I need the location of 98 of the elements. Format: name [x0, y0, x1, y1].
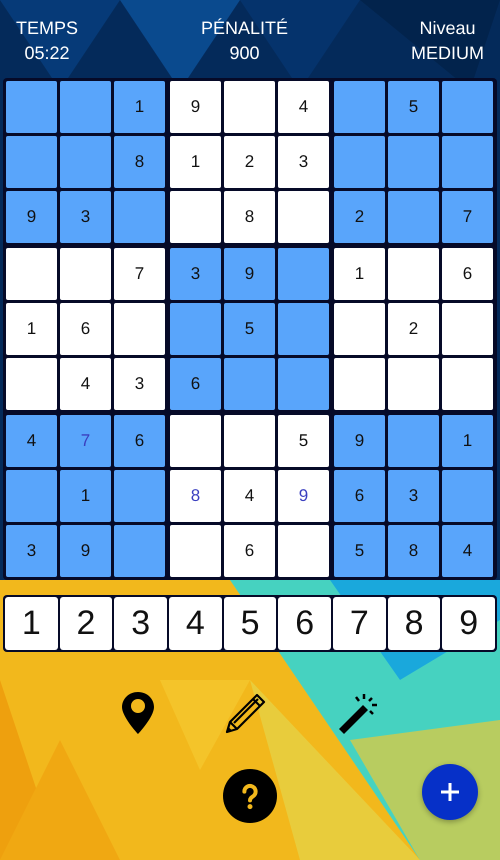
sudoku-cell[interactable] [442, 80, 493, 133]
pencil-icon[interactable] [225, 692, 267, 734]
sudoku-cell[interactable] [224, 358, 275, 410]
sudoku-cell[interactable]: 4 [224, 470, 275, 522]
sudoku-cell[interactable]: 6 [170, 358, 221, 410]
sudoku-cell[interactable]: 4 [6, 414, 57, 467]
number-key[interactable]: 3 [114, 596, 168, 650]
number-key[interactable]: 7 [333, 596, 386, 650]
sudoku-cell[interactable] [278, 190, 329, 243]
number-key[interactable]: 2 [60, 596, 112, 650]
sudoku-cell[interactable]: 1 [60, 470, 111, 522]
location-pin-icon[interactable] [121, 692, 155, 734]
sudoku-cell[interactable]: 8 [224, 190, 275, 243]
sudoku-cell[interactable] [114, 190, 165, 243]
sudoku-cell[interactable] [388, 358, 439, 410]
sudoku-cell[interactable]: 5 [334, 524, 385, 577]
sudoku-cell[interactable] [278, 302, 329, 355]
sudoku-cell[interactable]: 2 [224, 136, 275, 188]
sudoku-cell[interactable]: 1 [6, 302, 57, 355]
sudoku-cell[interactable]: 3 [170, 248, 221, 300]
sudoku-cell[interactable]: 3 [278, 136, 329, 188]
sudoku-cell[interactable] [170, 302, 221, 355]
sudoku-cell[interactable]: 6 [224, 524, 275, 577]
sudoku-cell[interactable]: 7 [442, 190, 493, 243]
sudoku-cell[interactable] [442, 302, 493, 355]
sudoku-cell[interactable]: 9 [60, 524, 111, 577]
sudoku-cell[interactable]: 1 [170, 136, 221, 188]
sudoku-cell[interactable]: 6 [60, 302, 111, 355]
sudoku-cell[interactable] [278, 248, 329, 300]
sudoku-cell[interactable]: 9 [6, 190, 57, 243]
sudoku-cell[interactable] [114, 302, 165, 355]
sudoku-cell[interactable]: 1 [442, 414, 493, 467]
sudoku-cell[interactable] [334, 136, 385, 188]
sudoku-cell[interactable]: 4 [60, 358, 111, 410]
sudoku-cell[interactable]: 2 [388, 302, 439, 355]
sudoku-cell[interactable]: 8 [114, 136, 165, 188]
sudoku-cell[interactable] [170, 524, 221, 577]
sudoku-cell[interactable] [388, 190, 439, 243]
sudoku-cell[interactable] [114, 470, 165, 522]
sudoku-cell[interactable]: 5 [278, 414, 329, 467]
sudoku-cell[interactable]: 6 [442, 248, 493, 300]
sudoku-cell[interactable] [6, 470, 57, 522]
sudoku-cell[interactable]: 2 [334, 190, 385, 243]
sudoku-cell[interactable]: 9 [278, 470, 329, 522]
sudoku-cell[interactable]: 7 [114, 248, 165, 300]
sudoku-cell[interactable] [60, 80, 111, 133]
sudoku-cell[interactable]: 6 [114, 414, 165, 467]
stat-label: PÉNALITÉ [200, 18, 288, 39]
sudoku-cell[interactable] [60, 248, 111, 300]
sudoku-cell[interactable] [442, 136, 493, 188]
sudoku-cell[interactable] [334, 80, 385, 133]
sudoku-cell[interactable] [278, 358, 329, 410]
sudoku-cell[interactable] [6, 358, 57, 410]
sudoku-cell[interactable] [6, 80, 57, 133]
sudoku-cell[interactable]: 3 [60, 190, 111, 243]
sudoku-cell[interactable] [170, 414, 221, 467]
magic-wand-icon[interactable] [337, 692, 379, 734]
sudoku-cell[interactable]: 8 [170, 470, 221, 522]
sudoku-cell[interactable]: 5 [224, 302, 275, 355]
stat-value: MEDIUM [410, 43, 484, 64]
stat-label: TEMPS [16, 18, 78, 39]
sudoku-cell[interactable]: 9 [334, 414, 385, 467]
sudoku-cell[interactable]: 3 [6, 524, 57, 577]
number-key[interactable]: 1 [5, 596, 58, 650]
sudoku-cell[interactable] [114, 524, 165, 577]
sudoku-cell[interactable]: 9 [224, 248, 275, 300]
number-key[interactable]: 8 [388, 596, 440, 650]
sudoku-cell[interactable] [278, 524, 329, 577]
sudoku-cell[interactable] [334, 302, 385, 355]
sudoku-cell[interactable] [60, 136, 111, 188]
sudoku-cell[interactable] [224, 80, 275, 133]
stat-value: 05:22 [24, 43, 70, 64]
sudoku-cell[interactable] [224, 414, 275, 467]
sudoku-cell[interactable]: 1 [334, 248, 385, 300]
sudoku-cell[interactable] [334, 358, 385, 410]
sudoku-cell[interactable]: 6 [334, 470, 385, 522]
sudoku-cell[interactable]: 5 [388, 80, 439, 133]
sudoku-cell[interactable]: 8 [388, 524, 439, 577]
sudoku-cell[interactable] [170, 190, 221, 243]
sudoku-cell[interactable]: 3 [388, 470, 439, 522]
sudoku-cell[interactable]: 9 [170, 80, 221, 133]
sudoku-cell[interactable] [442, 470, 493, 522]
sudoku-cell[interactable] [442, 358, 493, 410]
sudoku-cell[interactable]: 4 [278, 80, 329, 133]
sudoku-cell[interactable] [388, 248, 439, 300]
sudoku-cell[interactable]: 1 [114, 80, 165, 133]
number-key[interactable]: 6 [278, 596, 332, 650]
number-key[interactable]: 5 [224, 596, 276, 650]
number-key[interactable]: 4 [169, 596, 222, 650]
sudoku-cell[interactable] [6, 136, 57, 188]
stat-value: 900 [229, 43, 260, 64]
sudoku-cell[interactable]: 3 [114, 358, 165, 410]
sudoku-cell[interactable] [388, 414, 439, 467]
number-key[interactable]: 9 [442, 596, 496, 650]
sudoku-cell[interactable] [6, 248, 57, 300]
sudoku-cell[interactable] [388, 136, 439, 188]
sudoku-cell[interactable]: 4 [442, 524, 493, 577]
stat-label: Niveau [419, 18, 476, 39]
